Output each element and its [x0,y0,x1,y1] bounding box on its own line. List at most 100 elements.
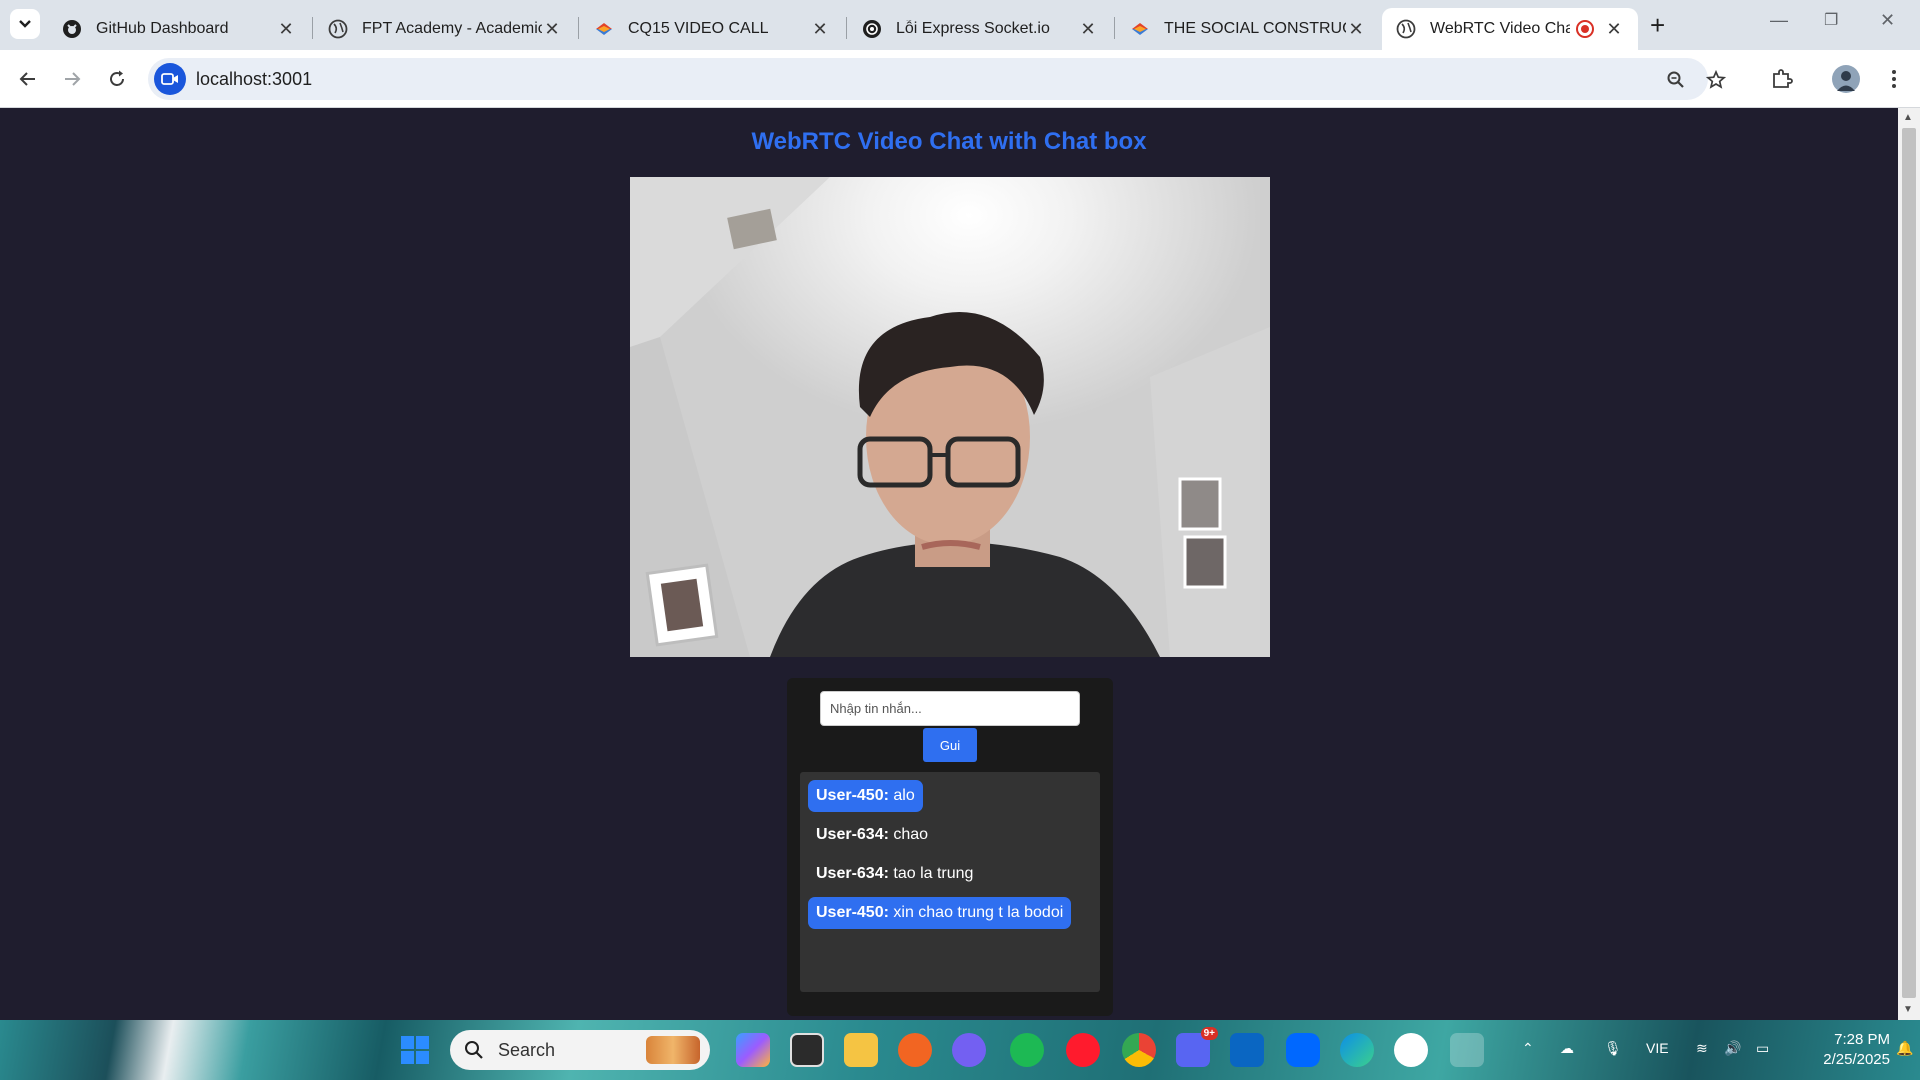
extensions-icon[interactable] [1768,65,1796,93]
clock-date: 2/25/2025 [1823,1051,1890,1068]
bookmark-star-icon[interactable] [1704,68,1728,92]
message-text: chao [888,826,929,843]
app-white-icon[interactable] [1394,1033,1428,1067]
video-camera-icon[interactable] [154,63,186,95]
copilot-icon[interactable] [736,1033,770,1067]
message-sender: User-634: [816,865,889,882]
message-text: alo [888,787,915,804]
chrome-icon[interactable] [1122,1033,1156,1067]
task-view-icon[interactable] [790,1033,824,1067]
local-video [630,177,1270,657]
opera-icon[interactable] [1066,1033,1100,1067]
scroll-down-icon[interactable]: ▼ [1903,1004,1913,1015]
arrow-right-icon [65,72,81,86]
more-menu-icon[interactable] [1880,65,1908,93]
browser-toolbar: localhost:3001 [0,50,1920,108]
tab-title: THE SOCIAL CONSTRUCTIVISM [1164,20,1346,37]
clock-time: 7:28 PM [1834,1031,1890,1048]
profile-avatar[interactable] [1832,65,1860,93]
snipping-tool-icon[interactable] [1450,1033,1484,1067]
tab-github-dashboard[interactable]: GitHub Dashboard ✕ [48,8,310,50]
zalo-icon[interactable] [1286,1033,1320,1067]
close-icon[interactable]: ✕ [810,19,830,39]
tab-separator [312,17,313,39]
github-icon [62,19,82,39]
reload-button[interactable] [102,64,132,94]
app-orange-icon[interactable] [898,1033,932,1067]
windows-taskbar: Search 9+ ⌃ ☁ 🎙 VIE ≋ 🔊 ▭ 7:28 PM 2/25/2… [0,1020,1920,1080]
discord-badge: 9+ [1200,1027,1218,1040]
volume-icon[interactable]: 🔊 [1724,1040,1741,1057]
gitlab-icon [594,19,614,39]
search-icon [465,1041,483,1059]
tab-social-constructivism[interactable]: THE SOCIAL CONSTRUCTIVISM ✕ [1116,8,1380,50]
chevron-up-icon[interactable]: ⌃ [1522,1040,1534,1057]
reload-icon [110,70,124,86]
taskbar-search[interactable]: Search [450,1030,710,1070]
chat-box: Gui User-450: alo User-634: chao User-63… [787,678,1113,1016]
tab-express-socketio[interactable]: Lỗi Express Socket.io ✕ [848,8,1112,50]
globe-icon [328,19,348,39]
message-sender: User-450: [816,904,889,921]
notification-bell-icon[interactable]: 🔔 [1896,1040,1913,1057]
close-icon[interactable]: ✕ [276,19,296,39]
chatgpt-icon [862,19,882,39]
window-close-icon[interactable]: ✕ [1880,10,1895,31]
edge-icon[interactable] [1340,1033,1374,1067]
windows-start-icon[interactable] [398,1033,432,1067]
restore-icon[interactable]: ❐ [1824,10,1838,30]
back-button[interactable] [13,64,43,94]
close-icon[interactable]: ✕ [1346,19,1366,39]
tab-cq15-video-call[interactable]: CQ15 VIDEO CALL ✕ [580,8,844,50]
arrow-left-icon [19,72,35,86]
message-sender: User-634: [816,826,889,843]
tab-title: Lỗi Express Socket.io [896,20,1050,37]
clock[interactable]: 7:28 PM 2/25/2025 [1790,1030,1890,1070]
zoom-icon[interactable] [1664,68,1688,92]
viber-icon[interactable] [952,1033,986,1067]
url-text[interactable]: localhost:3001 [196,69,312,90]
battery-icon[interactable]: ▭ [1756,1040,1769,1057]
message-sender: User-450: [816,787,889,804]
minimize-icon[interactable]: — [1770,10,1788,31]
gitlab-icon [1130,19,1150,39]
chat-message: User-634: chao [808,819,936,851]
wifi-icon[interactable]: ≋ [1696,1040,1708,1057]
close-icon[interactable]: ✕ [1078,19,1098,39]
send-button[interactable]: Gui [923,728,977,762]
tab-title: FPT Academy - Academic Portal [362,20,542,37]
page-content: WebRTC Video Chat with Chat box Nhập tin… [0,108,1898,1020]
recording-indicator-icon [1576,20,1594,38]
chat-message: User-450: alo [808,780,923,812]
close-icon[interactable]: ✕ [542,19,562,39]
tab-title: GitHub Dashboard [96,20,229,37]
search-label: Search [498,1039,556,1060]
scroll-thumb[interactable] [1902,128,1916,998]
chevron-down-icon [19,20,31,28]
forward-button[interactable] [57,64,87,94]
tab-separator [578,17,579,39]
scroll-up-icon[interactable]: ▲ [1903,112,1913,123]
tab-separator [846,17,847,39]
language-indicator[interactable]: VIE [1646,1040,1669,1056]
globe-icon [1396,19,1416,39]
close-icon[interactable]: ✕ [1604,19,1624,39]
message-text: xin chao trung t la bodoi [888,904,1064,921]
chat-message: User-634: tao la trung [808,858,981,890]
onedrive-icon[interactable]: ☁ [1560,1040,1574,1057]
tab-webrtc-video-chat[interactable]: WebRTC Video Chat with Chat box ✕ [1382,8,1638,50]
page-title: WebRTC Video Chat with Chat box [751,128,1147,155]
tab-fpt-academy[interactable]: FPT Academy - Academic Portal ✕ [314,8,576,50]
new-tab-button[interactable]: + [1650,12,1665,38]
tab-search-button[interactable] [10,9,40,39]
search-highlight-icon [646,1036,700,1064]
vscode-icon[interactable] [1230,1033,1264,1067]
discord-icon[interactable]: 9+ [1176,1027,1218,1067]
page-scrollbar[interactable]: ▲ ▼ [1898,108,1920,1020]
microphone-icon[interactable]: 🎙 [1604,1040,1622,1057]
spotify-icon[interactable] [1010,1033,1044,1067]
address-bar[interactable]: localhost:3001 [148,58,1726,100]
tab-separator [1114,17,1115,39]
message-input[interactable] [820,691,1080,726]
file-explorer-icon[interactable] [844,1033,878,1067]
